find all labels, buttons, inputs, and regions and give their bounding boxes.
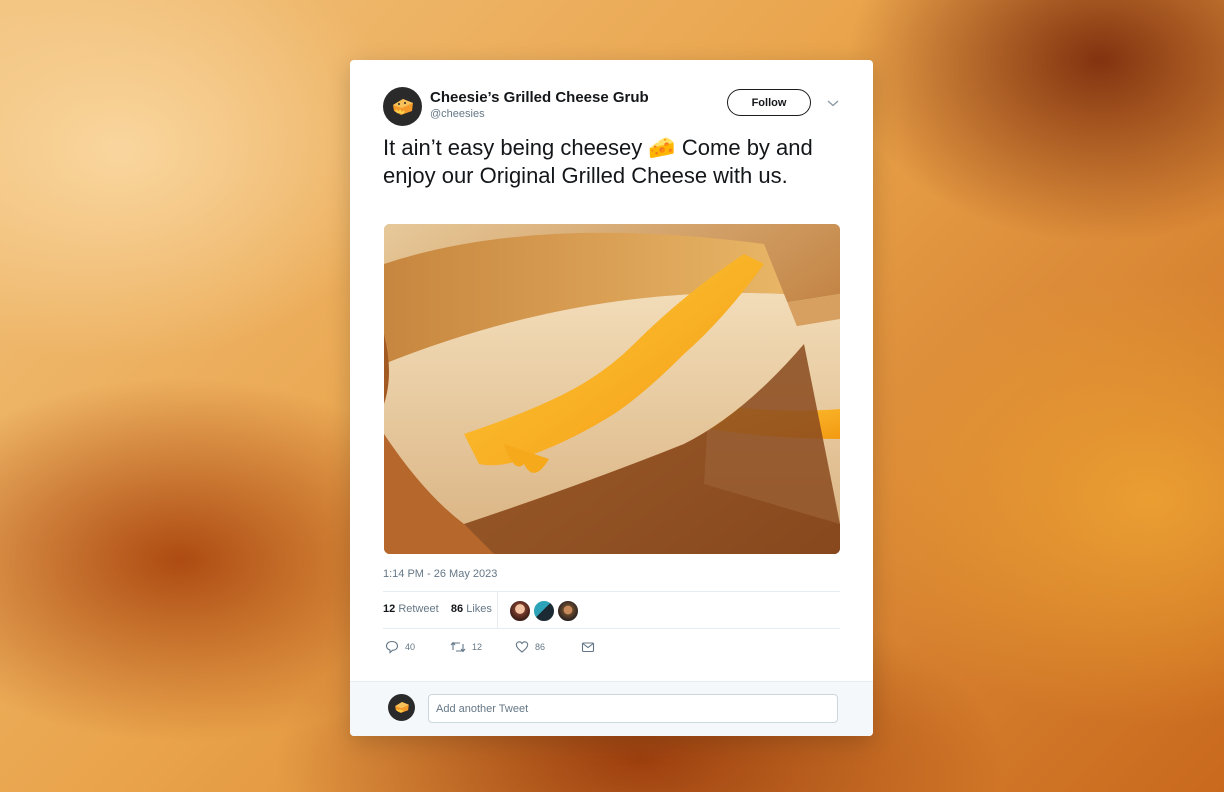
reply-count: 40 <box>405 642 416 652</box>
grilled-cheese-logo-icon <box>392 98 413 115</box>
reply-action[interactable]: 40 <box>385 640 415 654</box>
liker-avatar[interactable] <box>533 600 555 622</box>
tweet-card: Cheesie’s Grilled Cheese Grub @cheesies … <box>350 60 873 736</box>
reply-icon <box>385 640 399 654</box>
message-action[interactable] <box>581 640 595 654</box>
tweet-timestamp[interactable]: 1:14 PM - 26 May 2023 <box>383 568 497 580</box>
author-name[interactable]: Cheesie’s Grilled Cheese Grub <box>430 89 649 106</box>
retweets-count[interactable]: 12 <box>383 603 395 615</box>
liker-avatar[interactable] <box>509 600 531 622</box>
grilled-cheese-photo <box>384 224 840 554</box>
liker-avatar[interactable] <box>557 600 579 622</box>
tweet-text: It ain’t easy being cheesey 🧀 Come by an… <box>383 135 813 188</box>
author-avatar[interactable] <box>383 87 422 126</box>
reply-composer <box>350 681 873 736</box>
retweet-count: 12 <box>472 642 483 652</box>
follow-button[interactable]: Follow <box>727 89 811 116</box>
like-count: 86 <box>535 642 546 652</box>
chevron-down-icon[interactable] <box>827 98 839 108</box>
user-avatar[interactable] <box>388 694 415 721</box>
author-handle[interactable]: @cheesies <box>430 108 485 120</box>
tweet-image[interactable] <box>384 224 840 554</box>
likes-count[interactable]: 86 <box>451 603 463 615</box>
heart-icon <box>515 641 529 653</box>
retweet-icon <box>450 641 466 653</box>
like-action[interactable]: 86 <box>515 640 545 654</box>
retweet-action[interactable]: 12 <box>450 640 482 654</box>
likes-label[interactable]: Likes <box>466 603 492 615</box>
engagement-stats: 12 Retweet 86 Likes <box>383 603 492 615</box>
reply-input[interactable] <box>428 694 838 723</box>
grilled-cheese-logo-icon <box>394 702 409 713</box>
divider <box>383 591 840 592</box>
retweets-label[interactable]: Retweet <box>398 603 438 615</box>
divider <box>383 628 840 629</box>
envelope-icon <box>581 642 595 653</box>
stats-divider <box>497 592 498 629</box>
